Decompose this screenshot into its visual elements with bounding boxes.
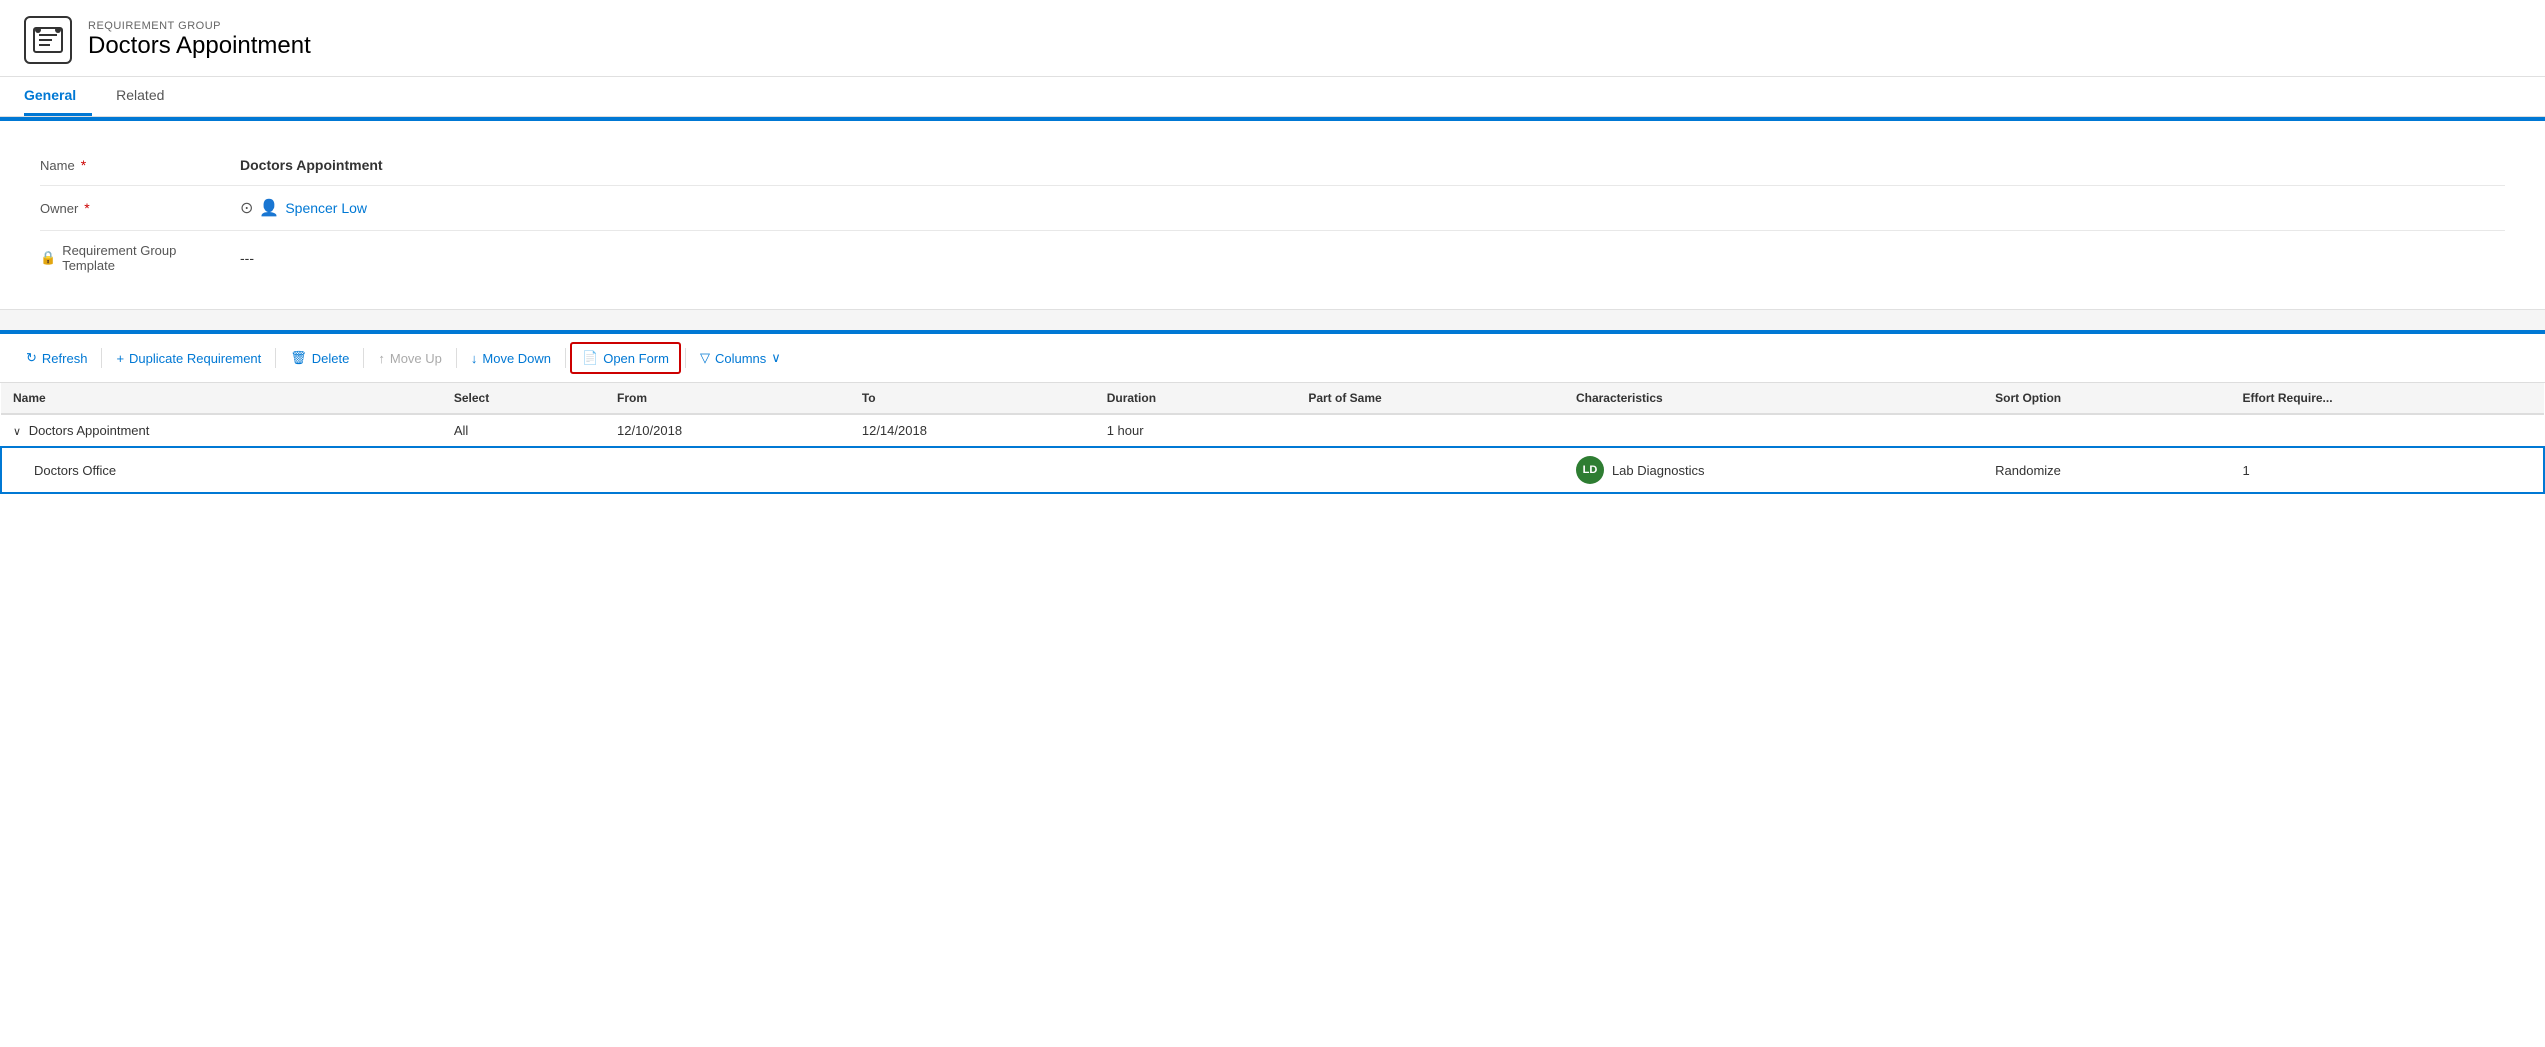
toolbar-sep-2	[275, 348, 276, 368]
subgrid-toolbar: ↻ Refresh + Duplicate Requirement 🗑 Dele…	[0, 334, 2545, 383]
delete-button[interactable]: 🗑 Delete	[280, 344, 359, 372]
toolbar-sep-4	[456, 348, 457, 368]
toolbar-sep-1	[101, 348, 102, 368]
move-down-button[interactable]: ↓ Move Down	[461, 345, 561, 372]
page-header: REQUIREMENT GROUP Doctors Appointment	[0, 0, 2545, 77]
cell-to: 12/14/2018	[850, 414, 1095, 447]
toolbar-sep-6	[685, 348, 686, 368]
value-template: ---	[240, 250, 2505, 266]
avatar: LD	[1576, 456, 1604, 484]
col-header-name: Name	[1, 383, 442, 414]
table-body: ∨ Doctors Appointment All 12/10/2018 12/…	[1, 414, 2544, 493]
table-row[interactable]: ∨ Doctors Appointment All 12/10/2018 12/…	[1, 414, 2544, 447]
expand-icon: ∨	[13, 426, 21, 438]
owner-person-icon: 👤	[259, 198, 279, 218]
form-row-name: Name * Doctors Appointment	[40, 145, 2505, 186]
col-header-duration: Duration	[1095, 383, 1297, 414]
value-owner[interactable]: ⊙ 👤 Spencer Low	[240, 198, 2505, 218]
col-header-select: Select	[442, 383, 605, 414]
label-owner: Owner *	[40, 200, 240, 216]
cell-sortoption	[1983, 414, 2230, 447]
table-header: Name Select From To Duration Part of Sam…	[1, 383, 2544, 414]
form-section: Name * Doctors Appointment Owner * ⊙ 👤 S…	[0, 121, 2545, 310]
label-template: 🔒 Requirement GroupTemplate	[40, 243, 240, 273]
arrow-down-icon: ↓	[471, 351, 478, 366]
value-name[interactable]: Doctors Appointment	[240, 157, 2505, 173]
cell-effort: 1	[2231, 447, 2544, 493]
filter-icon: ▽	[700, 350, 710, 366]
duplicate-button[interactable]: + Duplicate Requirement	[106, 345, 271, 372]
header-title: Doctors Appointment	[88, 32, 311, 60]
delete-icon: 🗑	[290, 350, 307, 366]
cell-effort	[2231, 414, 2544, 447]
subgrid-section: ↻ Refresh + Duplicate Requirement 🗑 Dele…	[0, 334, 2545, 494]
toolbar-sep-3	[363, 348, 364, 368]
table-row[interactable]: Doctors Office LD Lab Diagnostics Random…	[1, 447, 2544, 493]
cell-name: Doctors Office	[1, 447, 442, 493]
col-header-sortoption: Sort Option	[1983, 383, 2230, 414]
cell-characteristics	[1564, 414, 1983, 447]
tabs-bar: General Related	[0, 77, 2545, 117]
col-header-effort: Effort Require...	[2231, 383, 2544, 414]
cell-characteristics: LD Lab Diagnostics	[1564, 447, 1983, 493]
form-row-owner: Owner * ⊙ 👤 Spencer Low	[40, 186, 2505, 231]
cell-from: 12/10/2018	[605, 414, 850, 447]
header-icon	[24, 16, 72, 64]
cell-name: ∨ Doctors Appointment	[1, 414, 442, 447]
tab-general[interactable]: General	[24, 77, 92, 116]
lock-icon: 🔒	[40, 250, 56, 266]
plus-icon: +	[116, 351, 124, 366]
characteristics-cell: LD Lab Diagnostics	[1576, 456, 1971, 484]
open-form-button[interactable]: 📄 Open Form	[570, 342, 681, 374]
section-spacer	[0, 310, 2545, 330]
owner-circle-icon: ⊙	[240, 198, 253, 218]
columns-button[interactable]: ▽ Columns ∨	[690, 344, 791, 372]
cell-duration	[1095, 447, 1297, 493]
requirements-table: Name Select From To Duration Part of Sam…	[0, 383, 2545, 494]
cell-to	[850, 447, 1095, 493]
col-header-to: To	[850, 383, 1095, 414]
cell-duration: 1 hour	[1095, 414, 1297, 447]
header-text: REQUIREMENT GROUP Doctors Appointment	[88, 20, 311, 60]
cell-partofsame	[1296, 447, 1564, 493]
move-up-button[interactable]: ↑ Move Up	[368, 345, 452, 372]
refresh-button[interactable]: ↻ Refresh	[16, 344, 97, 372]
header-subtitle: REQUIREMENT GROUP	[88, 20, 311, 32]
cell-sortoption: Randomize	[1983, 447, 2230, 493]
chevron-down-icon: ∨	[771, 350, 781, 366]
cell-select	[442, 447, 605, 493]
label-name: Name *	[40, 157, 240, 173]
cell-partofsame	[1296, 414, 1564, 447]
cell-from	[605, 447, 850, 493]
characteristics-label: Lab Diagnostics	[1612, 463, 1705, 478]
toolbar-sep-5	[565, 348, 566, 368]
form-row-template: 🔒 Requirement GroupTemplate ---	[40, 231, 2505, 285]
col-header-from: From	[605, 383, 850, 414]
col-header-characteristics: Characteristics	[1564, 383, 1983, 414]
arrow-up-icon: ↑	[378, 351, 385, 366]
open-form-icon: 📄	[582, 350, 598, 366]
tab-related[interactable]: Related	[116, 77, 180, 116]
cell-select: All	[442, 414, 605, 447]
col-header-partofsame: Part of Same	[1296, 383, 1564, 414]
refresh-icon: ↻	[26, 350, 37, 366]
